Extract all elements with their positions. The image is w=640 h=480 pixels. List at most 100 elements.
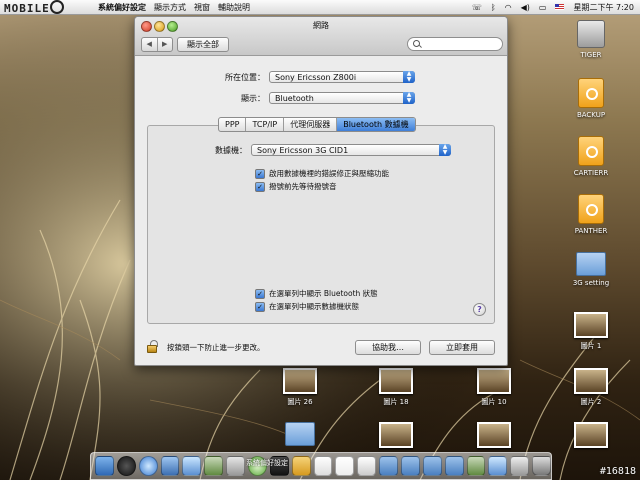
image-thumbnail-icon <box>379 368 413 394</box>
show-modem-status-checkbox[interactable]: ✓ 在選單列中顯示數據機狀態 <box>255 301 359 312</box>
folder-icon <box>576 252 606 276</box>
desktop-icon-picture-2[interactable]: 圖片 2 <box>561 368 621 407</box>
document-icon[interactable] <box>488 456 508 476</box>
desktop-icon-picture-1[interactable]: 圖片 1 <box>561 312 621 351</box>
battery-icon[interactable]: ▭ <box>539 3 547 12</box>
dock <box>90 452 552 480</box>
checkmark-icon: ✓ <box>255 301 265 312</box>
window-titlebar[interactable]: 網路 ◀ ▶ 顯示全部 <box>135 17 507 56</box>
back-forward-control: ◀ ▶ <box>141 37 173 52</box>
folder-icon <box>285 422 315 446</box>
ical-icon[interactable] <box>357 456 377 476</box>
menu-window[interactable]: 視窗 <box>194 2 210 13</box>
mail-icon[interactable] <box>160 456 180 476</box>
image-thumbnail-icon <box>477 368 511 394</box>
trash-icon[interactable] <box>532 456 552 476</box>
image-thumbnail-icon <box>283 368 317 394</box>
document-icon[interactable] <box>510 456 530 476</box>
ichat-icon[interactable] <box>182 456 202 476</box>
volume-icon[interactable]: ◀) <box>521 3 530 12</box>
bluetooth-status-icon[interactable]: ᛒ <box>491 3 496 12</box>
show-popup[interactable]: Bluetooth ▲ ▼ <box>269 92 415 104</box>
firewire-disk-icon <box>578 136 604 166</box>
firewire-disk-icon <box>578 194 604 224</box>
watermark: #16818 <box>599 466 636 477</box>
image-thumbnail-icon <box>574 422 608 448</box>
tab-proxy[interactable]: 代理伺服器 <box>283 118 336 131</box>
search-field[interactable] <box>407 37 503 51</box>
menu-extras: ☏ ᛒ ◠ ◀) ▭ 星期二下午 7:20 <box>472 0 634 14</box>
wifi-icon[interactable]: ◠ <box>505 3 512 12</box>
desktop-image[interactable] <box>561 422 621 451</box>
checkmark-icon: ✓ <box>255 288 265 299</box>
location-popup[interactable]: Sony Ericsson Z800i ▲ ▼ <box>269 71 415 83</box>
desktop-icon-picture-10[interactable]: 圖片 10 <box>464 368 524 407</box>
error-correction-checkbox[interactable]: ✓ 啟用數據機裡的錯誤修正與壓縮功能 <box>255 168 389 179</box>
phone-status-icon[interactable]: ☏ <box>472 3 482 12</box>
popup-arrows-icon: ▲ ▼ <box>439 144 451 156</box>
image-thumbnail-icon <box>379 422 413 448</box>
folder-icon[interactable] <box>379 456 399 476</box>
menu-view[interactable]: 顯示方式 <box>154 2 186 13</box>
desktop-icon-backup[interactable]: BACKUP <box>561 78 621 119</box>
firewire-disk-icon <box>578 78 604 108</box>
finder-icon[interactable] <box>95 456 114 476</box>
forward-arrow-icon[interactable]: ▶ <box>156 38 173 51</box>
desktop-image[interactable] <box>464 422 524 451</box>
show-all-button[interactable]: 顯示全部 <box>177 37 229 52</box>
folder-icon[interactable] <box>444 456 464 476</box>
checkbox-label: 撥號前先等待撥號音 <box>269 182 337 191</box>
tab-bluetooth-modem[interactable]: Bluetooth 數據機 <box>336 118 415 131</box>
dock-tooltip: 系統偏好設定 <box>246 459 288 467</box>
show-value: Bluetooth <box>275 94 314 103</box>
tab-bar: PPP TCP/IP 代理伺服器 Bluetooth 數據機 <box>218 117 416 132</box>
input-flag-icon[interactable] <box>555 4 565 10</box>
modem-value: Sony Ericsson 3G CID1 <box>257 146 349 155</box>
back-arrow-icon[interactable]: ◀ <box>142 38 157 51</box>
tab-ppp[interactable]: PPP <box>219 118 245 131</box>
desktop-image[interactable] <box>366 422 426 451</box>
popup-arrows-icon: ▲ ▼ <box>403 92 415 104</box>
desktop-folder[interactable] <box>270 422 330 449</box>
show-bluetooth-status-checkbox[interactable]: ✓ 在選單列中顯示 Bluetooth 狀態 <box>255 288 378 299</box>
image-thumbnail-icon <box>574 312 608 338</box>
search-icon <box>413 40 420 47</box>
modem-popup[interactable]: Sony Ericsson 3G CID1 ▲ ▼ <box>251 144 451 156</box>
menu-app-name[interactable]: 系統偏好設定 <box>98 2 146 13</box>
desktop-icon-tiger[interactable]: TIGER <box>561 20 621 59</box>
safari-icon[interactable] <box>138 456 158 476</box>
desktop-icon-cartierr[interactable]: CARTIERR <box>561 136 621 177</box>
checkbox-label: 在選單列中顯示 Bluetooth 狀態 <box>269 289 378 298</box>
system-preferences-icon[interactable] <box>313 456 333 476</box>
apply-now-button[interactable]: 立即套用 <box>429 340 495 355</box>
desktop-icon-3g-setting[interactable]: 3G setting <box>561 252 621 287</box>
checkmark-icon: ✓ <box>255 168 265 179</box>
ical-icon[interactable] <box>335 456 355 476</box>
menu-help[interactable]: 輔助說明 <box>218 2 250 13</box>
popup-arrows-icon: ▲ ▼ <box>403 71 415 83</box>
dashboard-icon[interactable] <box>116 456 136 476</box>
assist-me-button[interactable]: 協助我… <box>355 340 421 355</box>
folder-icon[interactable] <box>422 456 442 476</box>
help-button[interactable]: ? <box>473 303 486 316</box>
desktop-icon-panther[interactable]: PANTHER <box>561 194 621 235</box>
document-icon[interactable] <box>466 456 486 476</box>
preview-icon[interactable] <box>226 456 246 476</box>
location-label: 所在位置： <box>225 73 265 82</box>
desktop-icon-picture-26[interactable]: 圖片 26 <box>270 368 330 407</box>
image-thumbnail-icon <box>574 368 608 394</box>
clock[interactable]: 星期二下午 7:20 <box>573 2 634 13</box>
iphoto-icon[interactable] <box>291 456 311 476</box>
mobile01-logo: MOBILE <box>4 0 98 15</box>
address-book-icon[interactable] <box>204 456 224 476</box>
wait-dial-tone-checkbox[interactable]: ✓ 撥號前先等待撥號音 <box>255 181 337 192</box>
lock-icon[interactable] <box>147 340 158 353</box>
lock-text: 按鎖頭一下防止進一步更改。 <box>167 343 265 352</box>
desktop-icon-picture-18[interactable]: 圖片 18 <box>366 368 426 407</box>
menu-bar: MOBILE 系統偏好設定 顯示方式 視窗 輔助說明 ☏ ᛒ ◠ ◀) ▭ 星期… <box>0 0 640 15</box>
network-preferences-window: 網路 ◀ ▶ 顯示全部 所在位置： Sony Ericsson Z800i ▲ ▼… <box>134 16 508 366</box>
checkmark-icon: ✓ <box>255 181 265 192</box>
tab-tcpip[interactable]: TCP/IP <box>245 118 283 131</box>
folder-icon[interactable] <box>401 456 420 476</box>
location-value: Sony Ericsson Z800i <box>275 73 357 82</box>
